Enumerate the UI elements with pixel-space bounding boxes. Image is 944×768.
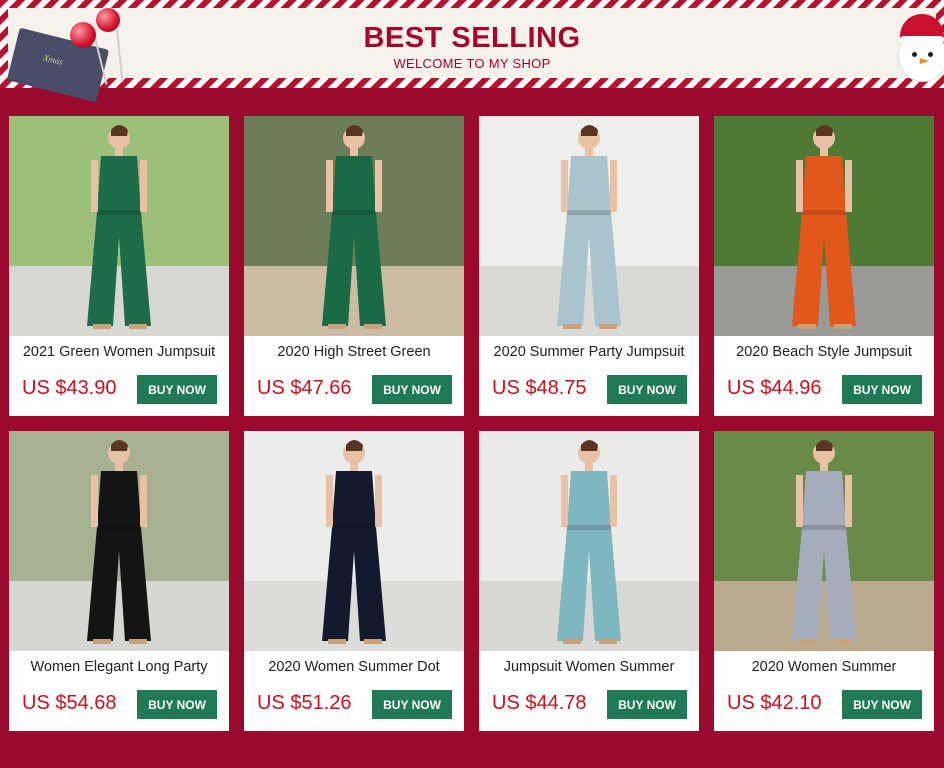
product-photo-svg (244, 116, 464, 336)
product-image[interactable] (244, 431, 464, 651)
product-price: US $51.26 (257, 692, 352, 714)
product-card[interactable]: Women Elegant Long Party US $54.68 BUY NOW (9, 431, 229, 731)
buy-now-button[interactable]: BUY NOW (842, 690, 922, 719)
product-image[interactable] (479, 116, 699, 336)
product-price: US $54.68 (22, 692, 117, 714)
product-card[interactable]: 2021 Green Women Jumpsuit US $43.90 BUY NO… (9, 116, 229, 416)
product-photo-svg (9, 431, 229, 651)
product-photo-svg (244, 431, 464, 651)
product-image[interactable] (9, 431, 229, 651)
product-photo-svg (9, 116, 229, 336)
product-title[interactable]: 2021 Green Women Jumpsuit (9, 344, 229, 360)
product-title[interactable]: 2020 Beach Style Jumpsuit (714, 344, 934, 360)
buy-now-button[interactable]: BUY NOW (137, 690, 217, 719)
product-card[interactable]: 2020 Women Summer Dot US $51.26 BUY NOW (244, 431, 464, 731)
product-title[interactable]: Jumpsuit Women Summer (479, 659, 699, 675)
product-photo-svg (714, 116, 934, 336)
product-price: US $44.96 (727, 377, 822, 399)
page-subtitle: WELCOME TO MY SHOP (393, 56, 551, 71)
product-price: US $43.90 (22, 377, 117, 399)
product-price: US $42.10 (727, 692, 822, 714)
buy-now-button[interactable]: BUY NOW (842, 375, 922, 404)
product-card[interactable]: Jumpsuit Women Summer US $44.78 BUY NOW (479, 431, 699, 731)
page-title: BEST SELLING (363, 22, 581, 54)
buy-now-button[interactable]: BUY NOW (372, 375, 452, 404)
product-image[interactable] (714, 431, 934, 651)
banner-panel: Xmas BEST SELLING WELCOME TO MY SHOP (6, 8, 936, 103)
product-price: US $48.75 (492, 377, 587, 399)
snowman-icon (894, 10, 944, 82)
product-image[interactable] (714, 116, 934, 336)
buy-now-button[interactable]: BUY NOW (607, 375, 687, 404)
product-title[interactable]: 2020 Summer Party Jumpsuit (479, 344, 699, 360)
buy-now-button[interactable]: BUY NOW (607, 690, 687, 719)
product-photo-svg (714, 431, 934, 651)
product-card[interactable]: 2020 Women Summer US $42.10 BUY NOW (714, 431, 934, 731)
buy-now-button[interactable]: BUY NOW (137, 375, 217, 404)
product-price: US $44.78 (492, 692, 587, 714)
product-title[interactable]: 2020 Women Summer (714, 659, 934, 675)
product-image[interactable] (244, 116, 464, 336)
product-image[interactable] (9, 116, 229, 336)
buy-now-button[interactable]: BUY NOW (372, 690, 452, 719)
product-title[interactable]: 2020 Women Summer Dot (244, 659, 464, 675)
product-title[interactable]: 2020 High Street Green (244, 344, 464, 360)
product-price: US $47.66 (257, 377, 352, 399)
product-title[interactable]: Women Elegant Long Party (9, 659, 229, 675)
product-card[interactable]: 2020 Summer Party Jumpsuit US $48.75 BUY N… (479, 116, 699, 416)
product-card[interactable]: 2020 High Street Green US $47.66 BUY NOW (244, 116, 464, 416)
product-photo-svg (479, 431, 699, 651)
header-banner: Xmas BEST SELLING WELCOME TO MY SHOP (0, 0, 944, 103)
product-photo-svg (479, 116, 699, 336)
product-card[interactable]: 2020 Beach Style Jumpsuit US $44.96 BUY NO… (714, 116, 934, 416)
product-image[interactable] (479, 431, 699, 651)
